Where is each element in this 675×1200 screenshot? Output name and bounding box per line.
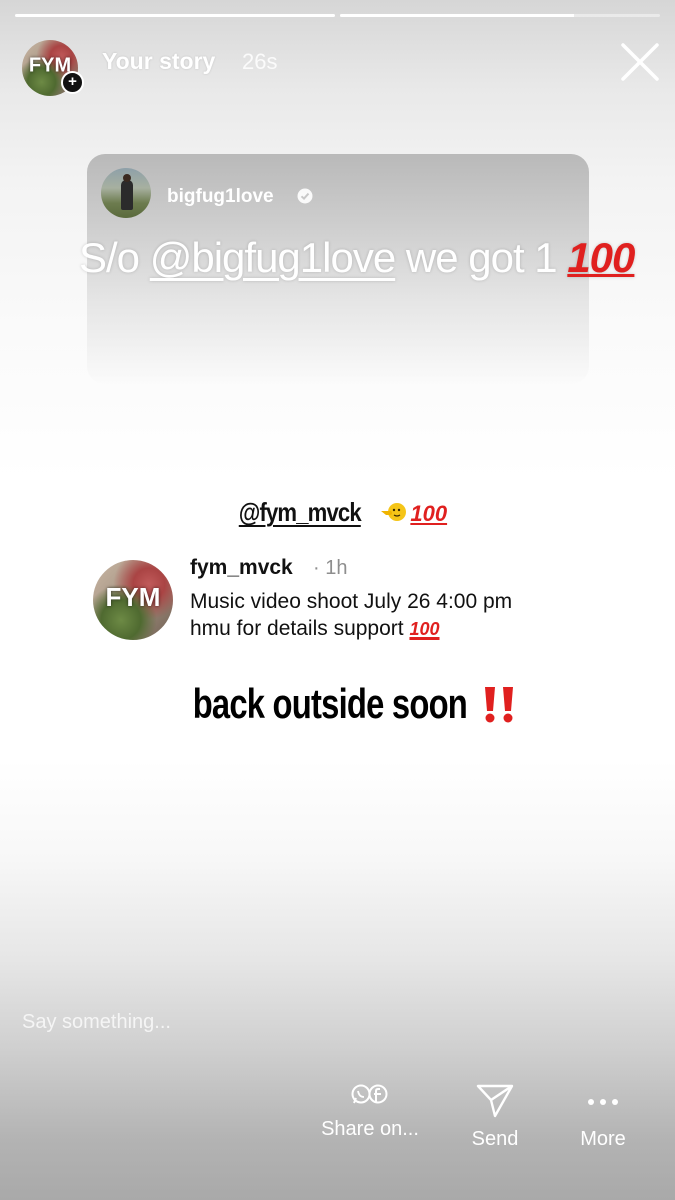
shared-user-avatar[interactable] xyxy=(101,168,151,218)
post-author-avatar[interactable]: FYM xyxy=(93,560,173,640)
hundred-emoji-icon: 100 xyxy=(567,234,635,281)
story-timestamp: 26s xyxy=(242,49,278,74)
pointing-face-emoji-icon xyxy=(380,503,406,521)
story-progress-bar-2 xyxy=(340,14,660,17)
post-timestamp: · 1h xyxy=(313,557,348,579)
avatar-text: FYM xyxy=(105,582,161,613)
verified-badge-icon xyxy=(297,188,313,204)
more-label: More xyxy=(580,1128,626,1150)
shared-post-card[interactable]: FYM fym_mvck · 1h Music video shoot July… xyxy=(87,556,587,642)
mention-sticker-text[interactable]: @fym_mvck xyxy=(239,497,362,528)
story-title[interactable]: Your story xyxy=(102,48,215,75)
avatar-head xyxy=(123,174,131,182)
hundred-emoji-icon: 100 xyxy=(409,619,440,639)
shoutout-prefix: S/o xyxy=(79,234,150,281)
send-button[interactable]: Send xyxy=(455,1082,535,1151)
hundred-emoji-icon: 100 xyxy=(410,501,448,526)
more-button[interactable]: More xyxy=(565,1082,641,1151)
send-label: Send xyxy=(471,1128,519,1150)
share-on-button[interactable]: Share on... xyxy=(310,1082,430,1141)
share-on-label: Share on... xyxy=(321,1118,419,1140)
close-icon xyxy=(621,43,659,81)
close-button[interactable] xyxy=(618,40,662,84)
progress-fill xyxy=(15,14,335,17)
send-icon xyxy=(476,1084,514,1118)
reshared-story-card[interactable]: bigfug1love S/o @bigfug1love we got 1 10… xyxy=(79,154,635,384)
story-caption: back outside soon xyxy=(0,680,675,728)
double-exclamation-icon xyxy=(484,687,513,723)
post-text-line-1: Music video shoot July 26 4:00 pm xyxy=(190,590,513,613)
more-icon xyxy=(588,1099,618,1105)
caption-text: back outside soon xyxy=(193,680,468,727)
shoutout-mention[interactable]: @bigfug1love xyxy=(150,234,396,281)
story-progress-bar-1 xyxy=(15,14,335,17)
post-text-line-2: hmu for details support 100 xyxy=(190,617,440,641)
avatar-figure xyxy=(121,180,133,210)
add-story-icon[interactable]: + xyxy=(61,71,84,94)
mention-sticker[interactable]: @fym_mvck 100 xyxy=(0,497,675,528)
shoutout-suffix: we got 1 xyxy=(395,234,568,281)
shoutout-text: S/o @bigfug1love we got 1 100 xyxy=(79,234,635,282)
post-username[interactable]: fym_mvck xyxy=(190,556,293,580)
progress-fill xyxy=(340,14,574,17)
shared-username[interactable]: bigfug1love xyxy=(167,186,274,208)
post-text: hmu for details support xyxy=(190,617,410,640)
share-icon xyxy=(351,1084,388,1104)
reply-input[interactable]: Say something... xyxy=(22,1011,171,1034)
